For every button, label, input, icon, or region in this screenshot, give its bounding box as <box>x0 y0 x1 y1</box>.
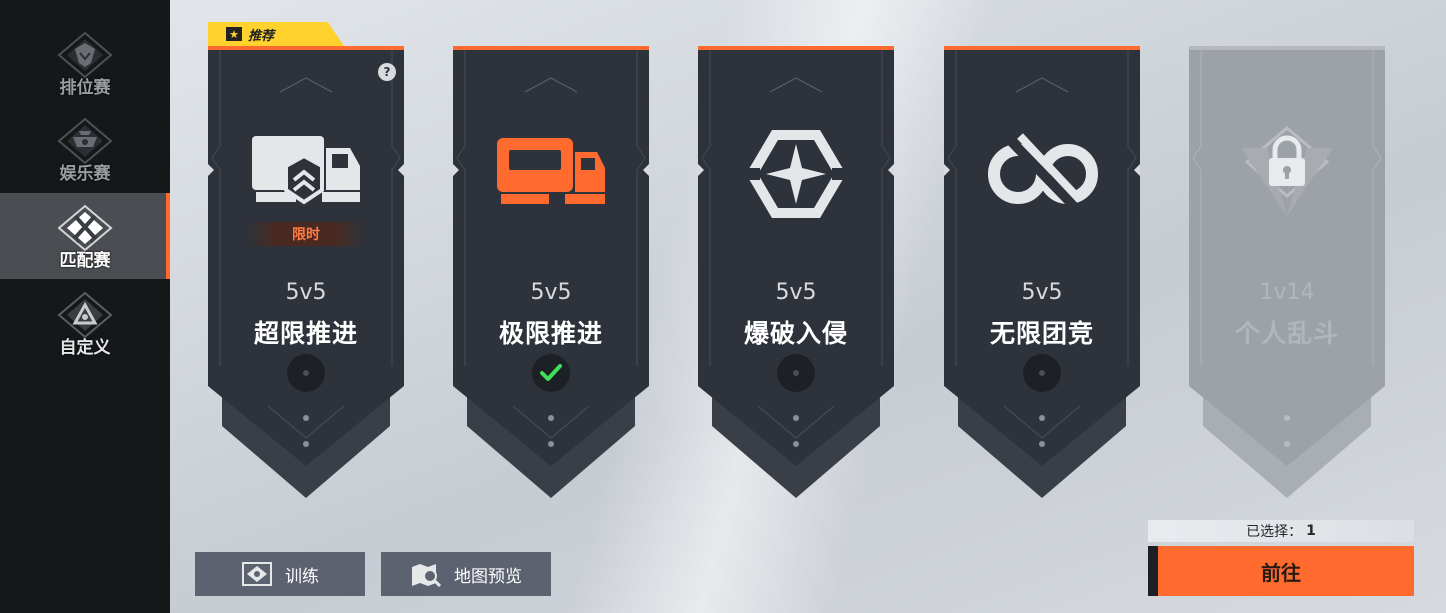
player-count: 5v5 <box>530 280 572 305</box>
mode-name: 无限团竞 <box>989 319 1094 348</box>
training-label: 训练 <box>285 566 319 587</box>
mode-name: 超限推进 <box>253 319 358 348</box>
sidebar-item-custom[interactable]: 自定义 <box>0 280 170 366</box>
sidebar-item-ranked[interactable]: 排位赛 <box>0 20 170 106</box>
sidebar-item-label: 匹配赛 <box>59 250 111 271</box>
sidebar-item-match[interactable]: 匹配赛 <box>0 193 170 279</box>
card-banner <box>698 46 894 498</box>
select-indicator <box>1023 354 1061 392</box>
player-count: 5v5 <box>1021 280 1063 305</box>
infinity-icon <box>988 133 1098 210</box>
card-banner <box>208 46 404 498</box>
select-indicator <box>287 354 325 392</box>
mode-card-overlimit-push[interactable]: ? 限时 5v5 超限推进 <box>208 46 404 498</box>
lock-icon <box>1241 126 1333 216</box>
check-icon <box>540 364 562 381</box>
map-preview-label: 地图预览 <box>454 566 522 587</box>
player-count: 5v5 <box>775 280 817 305</box>
mode-card-demolition-invasion[interactable]: 5v5 爆破入侵 <box>698 46 894 498</box>
select-indicator <box>777 354 815 392</box>
mode-card-extreme-push[interactable]: 5v5 极限推进 <box>453 46 649 498</box>
compass-star-icon <box>744 130 848 218</box>
card-banner <box>1189 46 1385 498</box>
card-banner <box>944 46 1140 498</box>
selected-count-bar: 已选择： 1 <box>1148 520 1414 542</box>
help-icon[interactable]: ? <box>378 63 396 81</box>
training-button[interactable]: 训练 <box>195 552 365 596</box>
selected-checkmark <box>532 354 570 392</box>
mode-name: 个人乱斗 <box>1234 319 1339 348</box>
cargo-truck-icon <box>497 138 605 204</box>
recommend-label: 推荐 <box>248 28 275 44</box>
map-search-icon <box>412 564 442 587</box>
recommend-tag: ★ 推荐 <box>208 22 344 46</box>
mode-card-infinite-team-battle[interactable]: 5v5 无限团竞 <box>944 46 1140 498</box>
selected-count: 1 <box>1306 523 1316 539</box>
sidebar-item-label: 自定义 <box>59 337 111 358</box>
mode-sidebar: 排位赛 娱乐赛 匹配赛 自定义 <box>0 0 170 613</box>
go-button[interactable]: 前往 <box>1148 546 1414 596</box>
star-icon: ★ <box>226 27 242 41</box>
target-icon <box>242 562 272 586</box>
truck-shield-icon <box>252 136 360 205</box>
card-banner <box>453 46 649 498</box>
sidebar-item-entertainment[interactable]: 娱乐赛 <box>0 106 170 192</box>
sidebar-item-label: 娱乐赛 <box>59 163 111 184</box>
selected-label: 已选择： <box>1246 524 1303 540</box>
mode-name: 爆破入侵 <box>743 319 848 348</box>
limited-time-badge: 限时 <box>248 222 364 246</box>
map-preview-button[interactable]: 地图预览 <box>381 552 551 596</box>
sidebar-item-label: 排位赛 <box>59 77 111 98</box>
go-label: 前往 <box>1261 560 1301 585</box>
player-count: 1v14 <box>1259 280 1315 305</box>
mode-name: 极限推进 <box>498 319 603 348</box>
player-count: 5v5 <box>285 280 327 305</box>
mode-card-solo-brawl[interactable]: 1v14 个人乱斗 <box>1189 46 1385 498</box>
